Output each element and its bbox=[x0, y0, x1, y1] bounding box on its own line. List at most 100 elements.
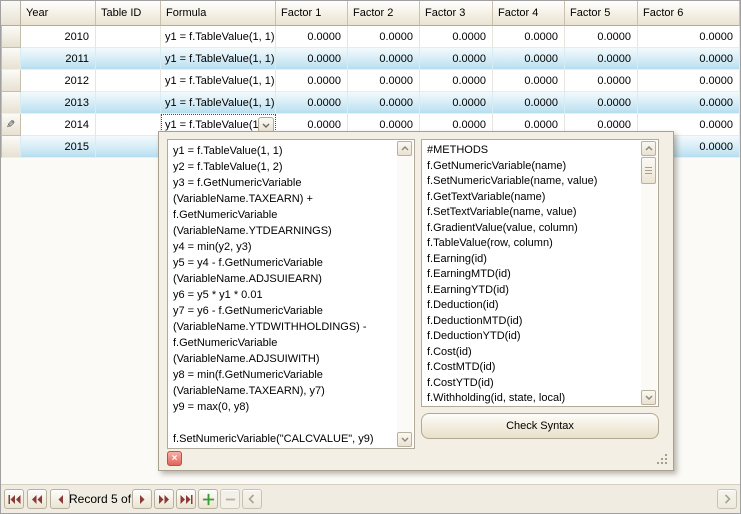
cell-factor-2[interactable]: 0.0000 bbox=[348, 92, 420, 114]
scroll-up-button[interactable] bbox=[641, 141, 656, 156]
check-syntax-button[interactable]: Check Syntax bbox=[421, 413, 659, 439]
method-list-item[interactable]: f.CostMTD(id) bbox=[427, 360, 637, 376]
resize-grip-icon[interactable] bbox=[657, 454, 669, 466]
scroll-down-button[interactable] bbox=[397, 432, 412, 447]
column-header-year[interactable]: Year bbox=[21, 1, 96, 26]
first-record-button[interactable] bbox=[4, 489, 24, 509]
cell-factor-3[interactable]: 0.0000 bbox=[420, 26, 493, 48]
cell-factor-6[interactable]: 0.0000 bbox=[638, 92, 740, 114]
formula-line: y2 = f.TableValue(1, 2) bbox=[173, 159, 393, 175]
scroll-down-button[interactable] bbox=[641, 390, 656, 405]
column-header-factor-6[interactable]: Factor 6 bbox=[638, 1, 740, 26]
cell-factor-6[interactable]: 0.0000 bbox=[638, 26, 740, 48]
prev-record-button[interactable] bbox=[50, 489, 70, 509]
row-selector[interactable] bbox=[1, 136, 21, 158]
cell-factor-3[interactable]: 0.0000 bbox=[420, 92, 493, 114]
cell-formula[interactable]: y1 = f.TableValue(1, 1) bbox=[161, 70, 276, 92]
cell-year[interactable]: 2015 bbox=[21, 136, 96, 158]
cell-factor-3[interactable]: 0.0000 bbox=[420, 48, 493, 70]
method-list-item[interactable]: f.DeductionYTD(id) bbox=[427, 329, 637, 345]
formula-line: (VariableName.TAXEARN) + bbox=[173, 191, 393, 207]
header-corner-cell[interactable] bbox=[1, 1, 21, 26]
column-header-factor-5[interactable]: Factor 5 bbox=[565, 1, 638, 26]
formula-line: y6 = y5 * y1 * 0.01 bbox=[173, 287, 393, 303]
cell-factor-3[interactable]: 0.0000 bbox=[420, 70, 493, 92]
row-selector-edit-indicator[interactable]: ✎ bbox=[1, 114, 21, 136]
cell-year[interactable]: 2011 bbox=[21, 48, 96, 70]
cell-factor-5[interactable]: 0.0000 bbox=[565, 26, 638, 48]
column-header-factor-3[interactable]: Factor 3 bbox=[420, 1, 493, 26]
row-selector[interactable] bbox=[1, 26, 21, 48]
next-record-button[interactable] bbox=[132, 489, 152, 509]
method-list-item[interactable]: f.SetNumericVariable(name, value) bbox=[427, 174, 637, 190]
method-list-item[interactable]: f.Deduction(id) bbox=[427, 298, 637, 314]
column-header-factor-1[interactable]: Factor 1 bbox=[276, 1, 348, 26]
method-list-item[interactable]: f.Cost(id) bbox=[427, 345, 637, 361]
cell-factor-4[interactable]: 0.0000 bbox=[493, 48, 565, 70]
scroll-up-button[interactable] bbox=[397, 141, 412, 156]
cell-factor-4[interactable]: 0.0000 bbox=[493, 92, 565, 114]
hscroll-left-button[interactable] bbox=[242, 489, 262, 509]
cell-factor-2[interactable]: 0.0000 bbox=[348, 48, 420, 70]
close-editor-button[interactable]: × bbox=[167, 451, 182, 466]
cell-year[interactable]: 2013 bbox=[21, 92, 96, 114]
method-list-item[interactable]: f.DeductionMTD(id) bbox=[427, 314, 637, 330]
method-list-item[interactable]: f.EarningYTD(id) bbox=[427, 283, 637, 299]
method-list-item[interactable]: #METHODS bbox=[427, 143, 637, 159]
hscroll-right-button[interactable] bbox=[717, 489, 737, 509]
cell-formula[interactable]: y1 = f.TableValue(1, 1) bbox=[161, 26, 276, 48]
delete-record-button[interactable] bbox=[220, 489, 240, 509]
cell-factor-4[interactable]: 0.0000 bbox=[493, 26, 565, 48]
cell-year[interactable]: 2012 bbox=[21, 70, 96, 92]
cell-factor-4[interactable]: 0.0000 bbox=[493, 70, 565, 92]
column-header-formula[interactable]: Formula bbox=[161, 1, 276, 26]
cell-factor-5[interactable]: 0.0000 bbox=[565, 70, 638, 92]
column-header-factor-4[interactable]: Factor 4 bbox=[493, 1, 565, 26]
last-record-button[interactable] bbox=[176, 489, 196, 509]
cell-table-id[interactable] bbox=[96, 70, 161, 92]
scrollbar-thumb[interactable] bbox=[641, 157, 656, 184]
column-header-table-id[interactable]: Table ID bbox=[96, 1, 161, 26]
cell-table-id[interactable] bbox=[96, 114, 161, 136]
add-record-button[interactable] bbox=[198, 489, 218, 509]
method-list-item[interactable]: f.EarningMTD(id) bbox=[427, 267, 637, 283]
methods-scrollbar[interactable] bbox=[641, 141, 657, 405]
method-list-item[interactable]: f.GradientValue(value, column) bbox=[427, 221, 637, 237]
prev-record-icon bbox=[57, 495, 64, 504]
methods-listbox[interactable]: #METHODS f.GetNumericVariable(name) f.Se… bbox=[421, 139, 659, 407]
prev-page-button[interactable] bbox=[27, 489, 47, 509]
row-selector[interactable] bbox=[1, 48, 21, 70]
formula-memo-editor[interactable]: y1 = f.TableValue(1, 1) y2 = f.TableValu… bbox=[167, 139, 415, 449]
row-selector[interactable] bbox=[1, 92, 21, 114]
cell-table-id[interactable] bbox=[96, 26, 161, 48]
cell-factor-5[interactable]: 0.0000 bbox=[565, 48, 638, 70]
method-list-item[interactable]: f.CostYTD(id) bbox=[427, 376, 637, 392]
cell-factor-2[interactable]: 0.0000 bbox=[348, 26, 420, 48]
next-page-button[interactable] bbox=[154, 489, 174, 509]
column-header-factor-2[interactable]: Factor 2 bbox=[348, 1, 420, 26]
cell-factor-6[interactable]: 0.0000 bbox=[638, 48, 740, 70]
cell-factor-1[interactable]: 0.0000 bbox=[276, 48, 348, 70]
cell-table-id[interactable] bbox=[96, 48, 161, 70]
cell-factor-1[interactable]: 0.0000 bbox=[276, 70, 348, 92]
cell-factor-6[interactable]: 0.0000 bbox=[638, 70, 740, 92]
row-selector[interactable] bbox=[1, 70, 21, 92]
cell-formula[interactable]: y1 = f.TableValue(1, 1) bbox=[161, 48, 276, 70]
cell-factor-1[interactable]: 0.0000 bbox=[276, 26, 348, 48]
method-list-item[interactable]: f.Earning(id) bbox=[427, 252, 637, 268]
method-list-item[interactable]: f.Withholding(id, state, local) bbox=[427, 391, 637, 406]
cell-factor-5[interactable]: 0.0000 bbox=[565, 92, 638, 114]
method-list-item[interactable]: f.SetTextVariable(name, value) bbox=[427, 205, 637, 221]
method-list-item[interactable]: f.GetTextVariable(name) bbox=[427, 190, 637, 206]
method-list-item[interactable]: f.GetNumericVariable(name) bbox=[427, 159, 637, 175]
cell-factor-1[interactable]: 0.0000 bbox=[276, 92, 348, 114]
cell-year[interactable]: 2010 bbox=[21, 26, 96, 48]
memo-scrollbar[interactable] bbox=[397, 141, 413, 447]
cell-table-id[interactable] bbox=[96, 92, 161, 114]
cell-formula[interactable]: y1 = f.TableValue(1, 1) bbox=[161, 92, 276, 114]
chevron-down-icon bbox=[645, 395, 653, 400]
cell-year[interactable]: 2014 bbox=[21, 114, 96, 136]
cell-table-id[interactable] bbox=[96, 136, 161, 158]
method-list-item[interactable]: f.TableValue(row, column) bbox=[427, 236, 637, 252]
cell-factor-2[interactable]: 0.0000 bbox=[348, 70, 420, 92]
